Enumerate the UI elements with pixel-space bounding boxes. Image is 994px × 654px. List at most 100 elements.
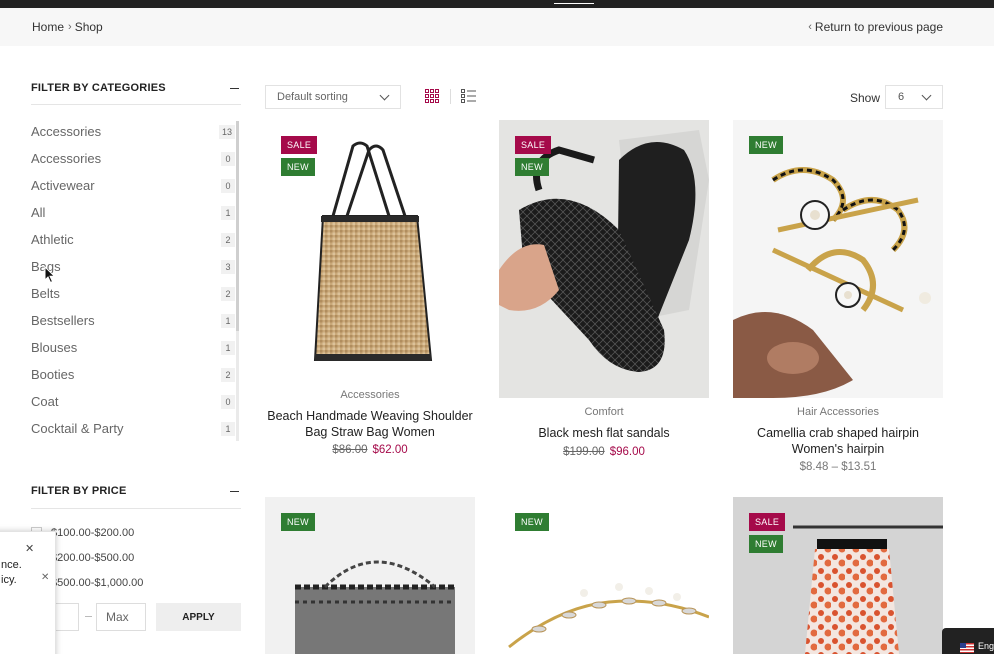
divider <box>31 104 241 105</box>
new-badge: NEW <box>281 513 315 531</box>
product-card[interactable]: NEW <box>265 497 475 654</box>
breadcrumb: Home › Shop <box>32 20 103 34</box>
category-label: Athletic <box>31 232 74 247</box>
close-icon[interactable]: ✕ <box>25 542 34 555</box>
product-card[interactable]: NEW <box>499 497 709 654</box>
product-card[interactable]: SALE NEW Comfort Black mesh flat sandals… <box>499 120 709 470</box>
product-image[interactable]: SALE NEW <box>499 120 709 398</box>
product-price: $86.00 $62.00 <box>265 444 475 456</box>
cookie-text-line: icy. <box>1 574 17 586</box>
return-link-label: Return to previous page <box>814 20 943 34</box>
category-item[interactable]: Coat 0 <box>31 388 237 415</box>
filter-price-header[interactable]: FILTER BY PRICE <box>31 485 241 503</box>
category-count: 1 <box>221 205 235 220</box>
per-page-value: 6 <box>898 91 905 103</box>
product-card[interactable]: SALE NEW Accessories Beach Handmade Weav… <box>265 120 475 470</box>
new-badge: NEW <box>749 535 783 553</box>
category-label: Booties <box>31 367 75 382</box>
range-dash <box>85 616 92 617</box>
category-label: Blouses <box>31 340 78 355</box>
price-range-inputs: n Max APPLY <box>31 603 241 631</box>
top-announcement-bar <box>0 0 994 8</box>
max-placeholder: Max <box>106 610 129 624</box>
category-count: 3 <box>221 259 235 274</box>
old-price: $86.00 <box>332 444 368 456</box>
category-item[interactable]: Accessories 13 <box>31 118 237 145</box>
product-image[interactable]: NEW <box>499 497 709 654</box>
product-card[interactable]: SALE NEW <box>733 497 943 654</box>
category-item[interactable]: Bestsellers 1 <box>31 307 237 334</box>
price-range-list: $100.00-$200.00 $200.00-$500.00 $500.00-… <box>31 520 241 595</box>
product-category[interactable]: Comfort <box>499 406 709 418</box>
product-category[interactable]: Hair Accessories <box>733 406 943 418</box>
mouse-pointer-icon <box>44 266 56 284</box>
category-item[interactable]: Accessories 0 <box>31 145 237 172</box>
price-range-label: $100.00-$200.00 <box>51 526 135 539</box>
product-price: $8.48 – $13.51 <box>799 461 877 473</box>
breadcrumb-home[interactable]: Home <box>32 20 64 34</box>
product-image[interactable]: NEW <box>265 497 475 654</box>
category-scrollbar[interactable] <box>236 121 239 441</box>
category-count: 1 <box>221 421 235 436</box>
language-switcher[interactable]: Eng <box>942 628 994 654</box>
new-badge: NEW <box>515 158 549 176</box>
category-count: 0 <box>221 151 235 166</box>
category-item[interactable]: All 1 <box>31 199 237 226</box>
max-price-input[interactable]: Max <box>96 603 146 631</box>
product-image[interactable]: NEW <box>733 120 943 398</box>
sale-price: $96.00 <box>609 446 645 458</box>
announcement-link[interactable] <box>554 0 594 4</box>
filter-price-title: FILTER BY PRICE <box>31 485 127 497</box>
category-item[interactable]: Athletic 2 <box>31 226 237 253</box>
category-item[interactable]: Activewear 0 <box>31 172 237 199</box>
cookie-text-line: nce. <box>1 559 22 571</box>
category-item[interactable]: Booties 2 <box>31 361 237 388</box>
sort-select[interactable]: Default sorting <box>265 85 401 109</box>
category-item[interactable]: Blouses 1 <box>31 334 237 361</box>
category-label: Cocktail & Party <box>31 421 124 436</box>
category-count: 0 <box>221 178 235 193</box>
product-image[interactable]: SALE NEW <box>265 120 475 382</box>
new-badge: NEW <box>515 513 549 531</box>
product-category[interactable]: Accessories <box>265 389 475 401</box>
product-title[interactable]: Black mesh flat sandals <box>499 425 709 441</box>
product-title[interactable]: Beach Handmade Weaving Shoulder Bag Stra… <box>265 408 475 440</box>
collapse-minus-icon[interactable] <box>230 491 239 492</box>
grid-view-icon[interactable] <box>425 89 439 103</box>
return-to-previous-page-link[interactable]: ‹ Return to previous page <box>808 20 943 34</box>
category-count: 1 <box>221 340 235 355</box>
product-image[interactable]: SALE NEW <box>733 497 943 654</box>
category-label: Activewear <box>31 178 95 193</box>
sale-badge: SALE <box>749 513 786 531</box>
price-range-label: $500.00-$1,000.00 <box>51 576 144 589</box>
new-badge: NEW <box>749 136 783 154</box>
scrollbar-thumb[interactable] <box>236 121 239 331</box>
category-item[interactable]: Bags 3 <box>31 253 237 280</box>
price-range-option[interactable]: $500.00-$1,000.00 <box>31 570 241 595</box>
price-range-option[interactable]: $100.00-$200.00 <box>31 520 241 545</box>
category-count: 1 <box>221 313 235 328</box>
product-title[interactable]: Camellia crab shaped hairpin Women's hai… <box>733 425 943 457</box>
chevron-left-icon: ‹ <box>808 21 812 33</box>
category-label: Bestsellers <box>31 313 95 328</box>
category-label: Coat <box>31 394 59 409</box>
list-view-icon[interactable] <box>461 89 476 103</box>
category-item[interactable]: Cocktail & Party 1 <box>31 415 237 442</box>
category-count: 2 <box>221 286 235 301</box>
category-item[interactable]: Belts 2 <box>31 280 237 307</box>
category-count: 2 <box>221 367 235 382</box>
apply-button[interactable]: APPLY <box>156 603 241 631</box>
price-range-option[interactable]: $200.00-$500.00 <box>31 545 241 570</box>
close-icon[interactable]: ✕ <box>41 572 49 583</box>
sale-badge: SALE <box>281 136 318 154</box>
filter-categories-header[interactable]: FILTER BY CATEGORIES <box>31 82 241 100</box>
breadcrumb-current: Shop <box>74 20 103 34</box>
per-page-select[interactable]: 6 <box>885 85 943 109</box>
collapse-minus-icon[interactable] <box>230 88 239 89</box>
sale-price: $62.00 <box>372 444 408 456</box>
product-card[interactable]: NEW Hair Accessories Camellia crab shape… <box>733 120 943 480</box>
chevron-down-icon <box>379 90 390 101</box>
hairpin-image <box>733 120 943 398</box>
chevron-down-icon <box>921 90 932 101</box>
chevron-right-icon: › <box>68 21 72 33</box>
